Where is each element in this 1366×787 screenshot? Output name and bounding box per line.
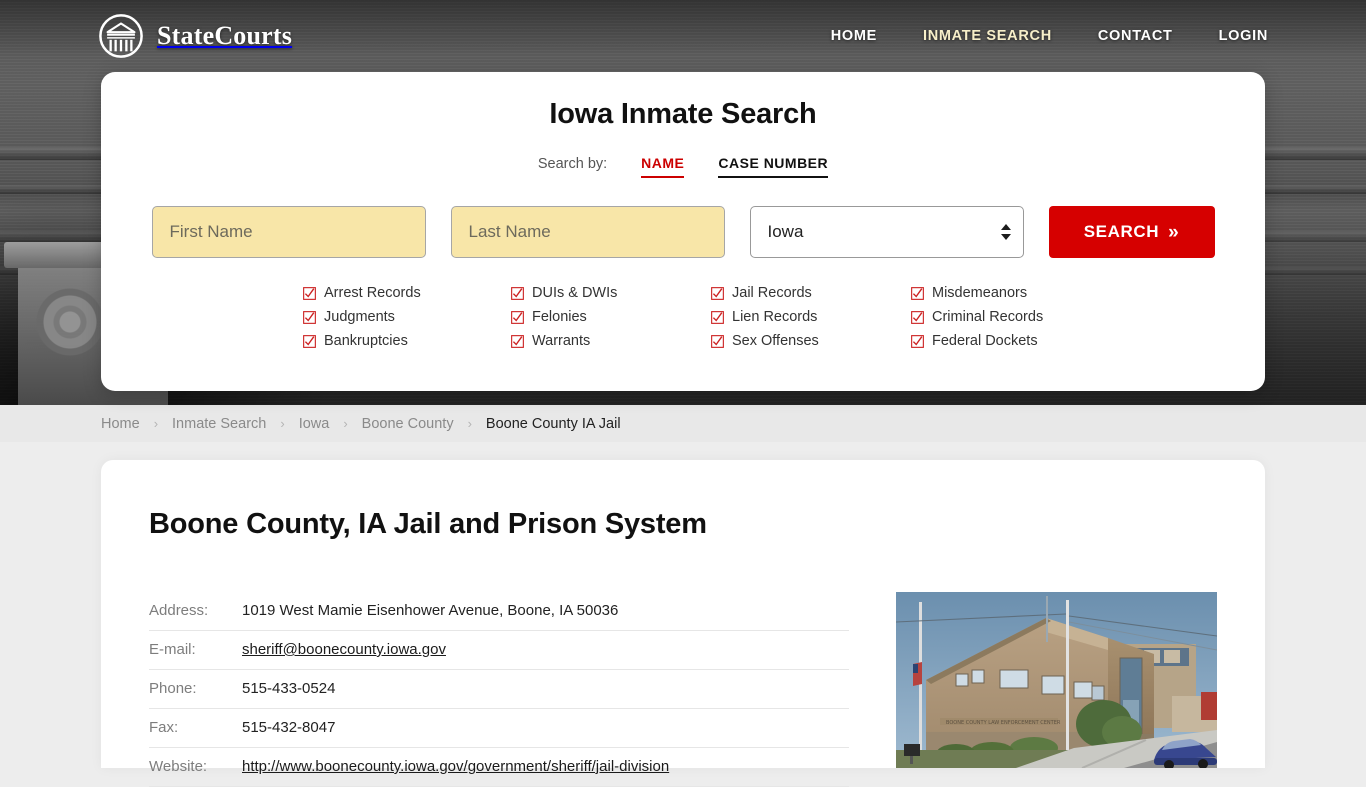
checked-checkbox-icon — [711, 335, 724, 348]
search-button[interactable]: SEARCH » — [1048, 206, 1215, 258]
state-select-wrapper — [749, 206, 1024, 258]
detail-value-address: 1019 West Mamie Eisenhower Avenue, Boone… — [242, 592, 849, 631]
last-name-input[interactable] — [450, 206, 725, 258]
checked-checkbox-icon — [303, 335, 316, 348]
feature-item: Criminal Records — [911, 308, 1063, 327]
feature-item: Jail Records — [711, 284, 911, 303]
detail-label: Address: — [149, 592, 242, 631]
feature-label: Federal Dockets — [932, 333, 1038, 349]
nav-item-inmate-search[interactable]: INMATE SEARCH — [923, 28, 1052, 44]
feature-label: Lien Records — [732, 309, 818, 325]
breadcrumb-item-inmate-search[interactable]: Inmate Search — [172, 416, 266, 432]
jail-building-illustration: BOONE COUNTY LAW ENFORCEMENT CENTER — [896, 592, 1217, 768]
detail-value-phone: 515-433-0524 — [242, 669, 849, 709]
detail-label: Website: — [149, 747, 242, 787]
feature-item: Felonies — [511, 308, 711, 327]
feature-label: Sex Offenses — [732, 333, 819, 349]
brand-logo-link[interactable]: StateCourts — [98, 13, 292, 59]
checked-checkbox-icon — [911, 335, 924, 348]
feature-item: Bankruptcies — [303, 332, 511, 351]
checked-checkbox-icon — [511, 287, 524, 300]
tab-case-number[interactable]: CASE NUMBER — [718, 155, 829, 178]
page-title: Boone County, IA Jail and Prison System — [149, 508, 707, 540]
chevron-right-icon: › — [280, 416, 285, 431]
feature-item: Judgments — [303, 308, 511, 327]
breadcrumb-item-boone-county[interactable]: Boone County — [362, 416, 454, 432]
detail-label: Fax: — [149, 708, 242, 748]
checked-checkbox-icon — [511, 311, 524, 324]
state-select[interactable] — [749, 206, 1024, 258]
detail-label: Phone: — [149, 669, 242, 709]
detail-label: E-mail: — [149, 630, 242, 670]
breadcrumb-item-iowa[interactable]: Iowa — [299, 416, 330, 432]
feature-label: Warrants — [532, 333, 591, 349]
search-button-label: SEARCH — [1083, 222, 1160, 241]
search-form: SEARCH » — [101, 206, 1265, 258]
detail-value-website: http://www.boonecounty.iowa.gov/governme… — [242, 747, 849, 787]
feature-label: DUIs & DWIs — [532, 285, 618, 301]
feature-label: Criminal Records — [932, 309, 1044, 325]
checked-checkbox-icon — [711, 287, 724, 300]
feature-label: Felonies — [532, 309, 587, 325]
nav-item-home[interactable]: HOME — [831, 28, 877, 44]
table-row: E-mail: sheriff@boonecounty.iowa.gov — [149, 630, 849, 670]
feature-item: Warrants — [511, 332, 711, 351]
feature-item: Federal Dockets — [911, 332, 1063, 351]
checked-checkbox-icon — [911, 311, 924, 324]
feature-label: Judgments — [324, 309, 395, 325]
table-row: Phone: 515-433-0524 — [149, 669, 849, 709]
feature-label: Misdemeanors — [932, 285, 1028, 301]
checked-checkbox-icon — [303, 287, 316, 300]
brand-name: StateCourts — [157, 21, 293, 50]
double-chevron-right-icon: » — [1168, 221, 1180, 243]
feature-item: Misdemeanors — [911, 284, 1063, 303]
nav-item-login[interactable]: LOGIN — [1219, 28, 1268, 44]
main-nav: HOME INMATE SEARCH CONTACT LOGIN — [831, 28, 1268, 44]
jail-building-photo: BOONE COUNTY LAW ENFORCEMENT CENTER — [896, 592, 1217, 768]
checked-checkbox-icon — [303, 311, 316, 324]
detail-value-email: sheriff@boonecounty.iowa.gov — [242, 630, 849, 670]
feature-label: Arrest Records — [324, 285, 421, 301]
feature-item: Arrest Records — [303, 284, 511, 303]
table-row: Fax: 515-432-8047 — [149, 708, 849, 748]
features-checklist: Arrest Records DUIs & DWIs Jail Records … — [303, 284, 1063, 351]
feature-item: Lien Records — [711, 308, 911, 327]
feature-label: Jail Records — [732, 285, 812, 301]
checked-checkbox-icon — [711, 311, 724, 324]
search-card-title: Iowa Inmate Search — [549, 98, 817, 130]
breadcrumb-bar: Home › Inmate Search › Iowa › Boone Coun… — [0, 405, 1366, 442]
chevron-right-icon: › — [153, 416, 159, 431]
svg-text:BOONE COUNTY LAW ENFORCEMENT C: BOONE COUNTY LAW ENFORCEMENT CENTER — [946, 720, 1061, 726]
courthouse-circle-logo-icon — [99, 14, 143, 58]
table-row: Website: http://www.boonecounty.iowa.gov… — [149, 747, 849, 787]
feature-label: Bankruptcies — [324, 333, 408, 349]
breadcrumb-item-current: Boone County IA Jail — [485, 415, 621, 432]
breadcrumb: Home › Inmate Search › Iowa › Boone Coun… — [101, 416, 621, 432]
search-by-row: Search by: NAME CASE NUMBER — [101, 155, 1265, 178]
nav-item-contact[interactable]: CONTACT — [1098, 28, 1173, 44]
table-row: Address: 1019 West Mamie Eisenhower Aven… — [149, 592, 849, 631]
search-by-label: Search by: — [537, 156, 608, 172]
first-name-input[interactable] — [151, 206, 426, 258]
tab-name[interactable]: NAME — [641, 155, 685, 178]
facility-details-table: Address: 1019 West Mamie Eisenhower Aven… — [149, 592, 849, 787]
website-link[interactable]: http://www.boonecounty.iowa.gov/governme… — [242, 758, 669, 775]
inmate-search-card: Iowa Inmate Search Search by: NAME CASE … — [101, 72, 1265, 391]
chevron-right-icon: › — [343, 416, 348, 431]
email-link[interactable]: sheriff@boonecounty.iowa.gov — [242, 641, 446, 658]
chevron-right-icon: › — [467, 416, 472, 431]
breadcrumb-item-home[interactable]: Home — [101, 416, 140, 432]
feature-item: DUIs & DWIs — [511, 284, 711, 303]
checked-checkbox-icon — [511, 335, 524, 348]
top-navigation-bar: StateCourts HOME INMATE SEARCH CONTACT L… — [0, 0, 1366, 72]
detail-value-fax: 515-432-8047 — [242, 708, 849, 748]
checked-checkbox-icon — [911, 287, 924, 300]
feature-item: Sex Offenses — [711, 332, 911, 351]
